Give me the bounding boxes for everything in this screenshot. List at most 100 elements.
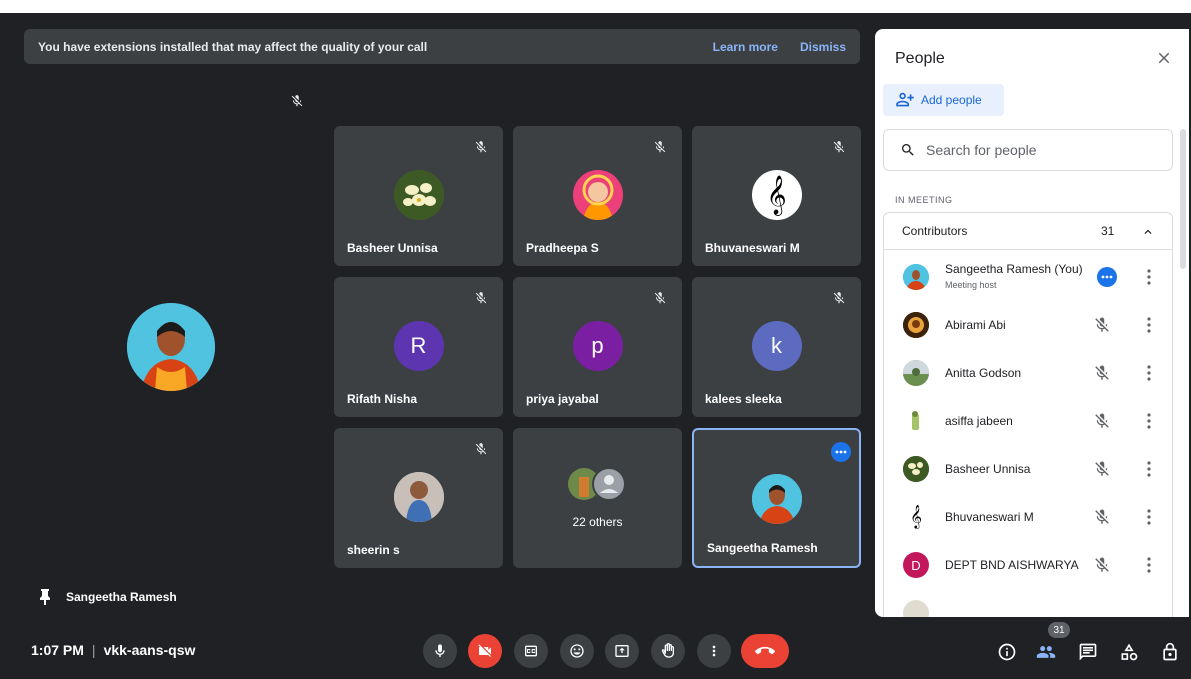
initial-avatar: D — [903, 552, 929, 578]
participant-tile[interactable]: 𝄞 Bhuvaneswari M — [692, 126, 861, 266]
participant-tile-self[interactable]: Sangeetha Ramesh — [692, 428, 861, 568]
contributors-header[interactable]: Contributors 31 — [884, 213, 1172, 250]
partial-avatar — [903, 600, 929, 617]
saint-avatar — [572, 170, 623, 220]
participant-tile[interactable]: Basheer Unnisa — [334, 126, 503, 266]
dismiss-button[interactable]: Dismiss — [800, 40, 846, 54]
mic-off-icon — [474, 140, 488, 154]
avatar-initial: D — [911, 557, 921, 573]
treble-clef-avatar: 𝄞 — [903, 504, 929, 530]
add-people-label: Add people — [921, 93, 982, 107]
group-label: Contributors — [902, 224, 968, 238]
more-vert-icon[interactable] — [1143, 268, 1155, 286]
captions-button[interactable] — [514, 634, 548, 668]
hand-icon — [661, 643, 674, 658]
present-screen-icon — [615, 645, 629, 657]
more-vert-icon[interactable] — [1143, 412, 1155, 430]
participant-name: sheerin s — [347, 543, 400, 557]
others-tile[interactable]: 22 others — [513, 428, 682, 568]
search-input[interactable]: Search for people — [883, 129, 1173, 171]
host-controls-button[interactable] — [1159, 641, 1181, 663]
participant-tile[interactable]: k kalees sleeka — [692, 277, 861, 417]
raise-hand-button[interactable] — [651, 634, 685, 668]
person-row[interactable]: Sangeetha Ramesh (You) Meeting host — [884, 253, 1174, 301]
treble-clef-avatar: 𝄞 — [751, 170, 802, 220]
more-vert-icon[interactable] — [1143, 460, 1155, 478]
participant-name: priya jayabal — [526, 392, 599, 406]
camera-button[interactable] — [468, 634, 502, 668]
group-count: 31 — [1101, 224, 1115, 238]
participant-name: Sangeetha Ramesh — [707, 541, 818, 555]
more-vert-icon[interactable] — [1143, 364, 1155, 382]
participant-tile[interactable]: sheerin s — [334, 428, 503, 568]
person-row[interactable]: Abirami Abi — [884, 301, 1174, 349]
participant-name: Pradheepa S — [526, 241, 599, 255]
add-person-icon — [896, 92, 914, 107]
close-icon[interactable] — [1155, 49, 1173, 67]
more-vert-icon[interactable] — [1143, 508, 1155, 526]
avatar-initial: p — [591, 333, 604, 358]
separator: | — [91, 642, 96, 658]
info-icon — [998, 643, 1016, 661]
clock-time: 1:07 PM — [31, 642, 84, 658]
mic-off-icon — [1095, 413, 1109, 428]
person-row[interactable]: asiffa jabeen — [884, 397, 1174, 445]
meeting-stage: You have extensions installed that may a… — [0, 13, 1191, 679]
extensions-banner: You have extensions installed that may a… — [24, 29, 860, 64]
person-name: Basheer Unnisa — [945, 462, 1031, 476]
mic-off-icon — [474, 442, 488, 456]
present-button[interactable] — [605, 634, 639, 668]
person-row[interactable]: 𝄞 Bhuvaneswari M — [884, 493, 1174, 541]
reactions-button[interactable] — [560, 634, 594, 668]
mic-off-icon — [653, 291, 667, 305]
people-panel: People Add people Search for people IN M… — [875, 29, 1189, 617]
person-name: DEPT BND AISHWARYA — [945, 558, 1079, 572]
people-count-badge: 31 — [1048, 622, 1070, 638]
person-name: Bhuvaneswari M — [945, 510, 1034, 524]
search-icon — [902, 144, 914, 156]
person-row[interactable] — [884, 589, 1174, 617]
meeting-details-button[interactable] — [996, 641, 1018, 663]
lock-person-icon — [1163, 642, 1177, 661]
mic-off-icon — [653, 140, 667, 154]
meeting-code: vkk-aans-qsw — [103, 642, 196, 658]
learn-more-link[interactable]: Learn more — [713, 40, 778, 54]
more-dots-icon[interactable] — [831, 442, 851, 462]
meeting-info: 1:07 PM | vkk-aans-qsw — [31, 642, 195, 658]
add-people-button[interactable]: Add people — [883, 84, 1004, 116]
more-vert-icon[interactable] — [1143, 316, 1155, 334]
mic-off-icon — [832, 140, 846, 154]
people-button[interactable] — [1035, 641, 1057, 663]
camera-off-icon — [478, 644, 491, 657]
microphone-icon — [435, 644, 445, 657]
participant-name: kalees sleeka — [705, 392, 782, 406]
participant-tile[interactable]: Pradheepa S — [513, 126, 682, 266]
pinned-name: Sangeetha Ramesh — [66, 590, 177, 604]
activities-button[interactable] — [1118, 641, 1140, 663]
pin-icon — [40, 589, 50, 605]
initial-avatar: k — [751, 321, 802, 371]
more-vert-icon[interactable] — [1143, 556, 1155, 574]
landscape-avatar — [903, 360, 929, 386]
person-name: Sangeetha Ramesh (You) — [945, 262, 1083, 276]
panel-scrollbar[interactable] — [1180, 129, 1186, 269]
more-dots-icon[interactable] — [1097, 267, 1117, 287]
flower-avatar — [393, 170, 444, 220]
participant-name: Rifath Nisha — [347, 392, 418, 406]
mic-off-icon — [290, 94, 304, 108]
section-label: IN MEETING — [895, 195, 953, 205]
woman-avatar — [903, 264, 929, 290]
person-row[interactable]: Anitta Godson — [884, 349, 1174, 397]
more-options-button[interactable] — [697, 634, 731, 668]
group-avatars — [567, 467, 627, 501]
microphone-button[interactable] — [423, 634, 457, 668]
leave-call-button[interactable] — [741, 634, 789, 668]
participant-tile[interactable]: p priya jayabal — [513, 277, 682, 417]
chat-button[interactable] — [1077, 641, 1099, 663]
search-placeholder: Search for people — [926, 142, 1037, 158]
pinned-label: Sangeetha Ramesh — [38, 589, 177, 605]
person-row[interactable]: Basheer Unnisa — [884, 445, 1174, 493]
participant-tile[interactable]: R Rifath Nisha — [334, 277, 503, 417]
child-avatar — [393, 472, 444, 522]
person-row[interactable]: D DEPT BND AISHWARYA — [884, 541, 1174, 589]
